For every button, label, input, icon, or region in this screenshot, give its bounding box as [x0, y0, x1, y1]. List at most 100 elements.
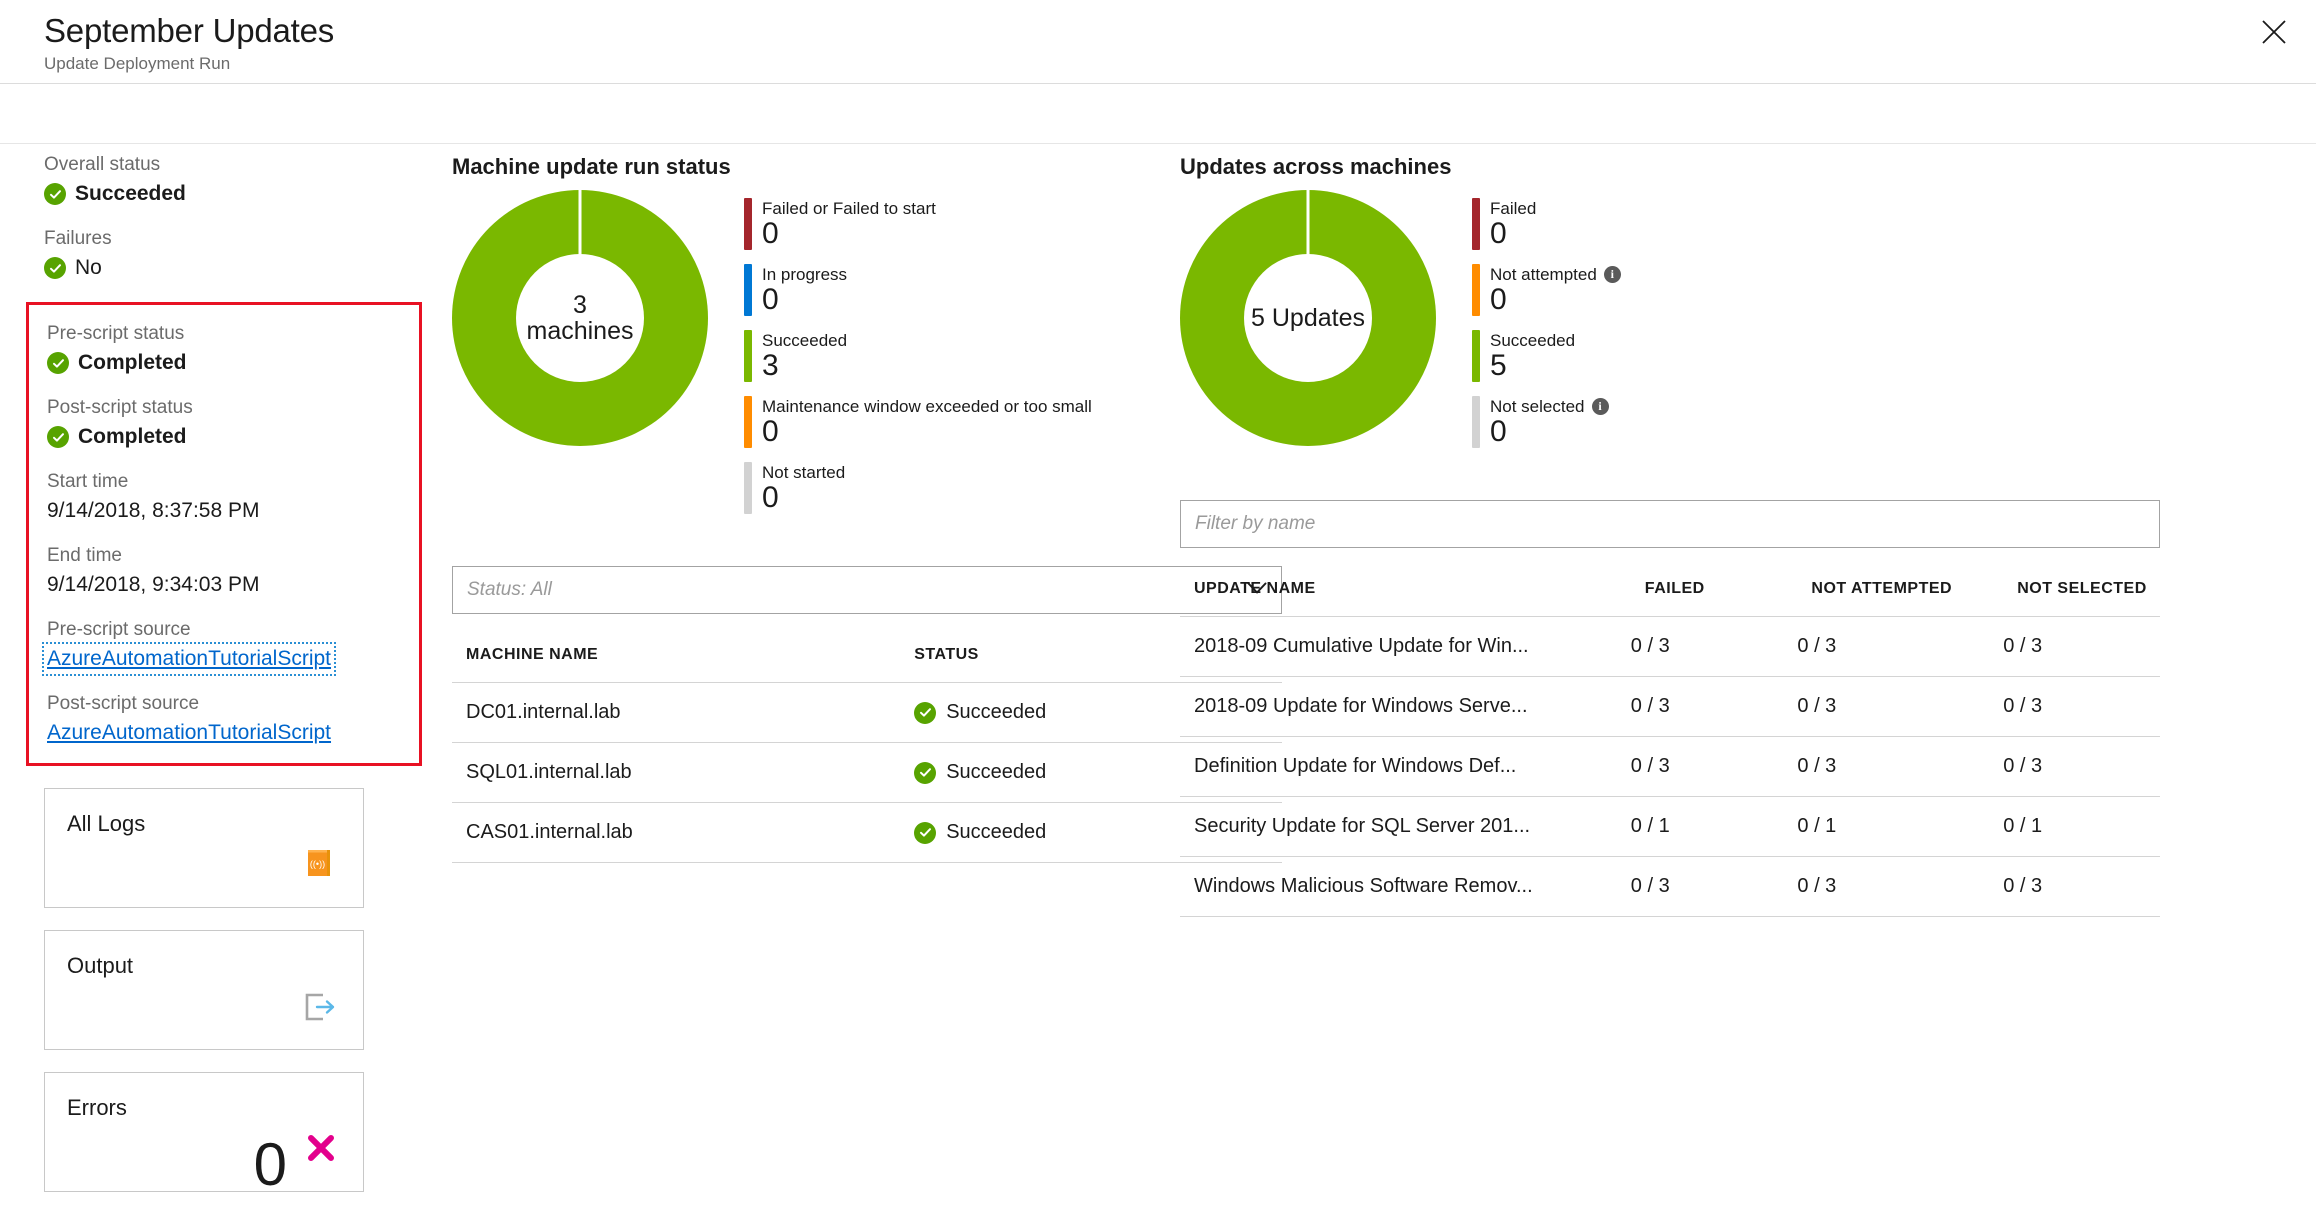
failures-value-row: No — [44, 256, 374, 280]
pre-script-status-group: Pre-script status Completed — [47, 323, 401, 375]
update-name-cell: Windows Malicious Software Remov... — [1180, 856, 1631, 917]
legend-color-swatch — [1472, 396, 1480, 448]
pre-script-source-link[interactable]: AzureAutomationTutorialScript — [41, 642, 337, 676]
legend-label-text: Not started — [762, 463, 846, 482]
table-row[interactable]: SQL01.internal.lab Succeeded — [452, 742, 1282, 803]
success-check-icon — [914, 821, 937, 844]
success-check-icon — [914, 761, 937, 784]
success-check-icon — [47, 426, 69, 448]
legend-body: Failed 0 — [1490, 198, 1536, 250]
pre-script-source-group: Pre-script source AzureAutomationTutoria… — [41, 619, 401, 676]
errors-card[interactable]: Errors 0 — [44, 1072, 364, 1198]
legend-body: In progress 0 — [762, 264, 847, 316]
machine-donut-chart: 3 machines — [452, 190, 708, 446]
success-check-icon — [914, 701, 937, 724]
svg-text:((•)): ((•)) — [310, 859, 325, 869]
success-check-icon — [44, 257, 66, 279]
updates-donut-chart: 5 Updates — [1180, 190, 1436, 446]
failed-cell: 0 / 3 — [1630, 676, 1798, 737]
close-button[interactable] — [2250, 8, 2298, 56]
legend-count: 0 — [1490, 415, 1507, 449]
table-row[interactable]: Windows Malicious Software Remov... 0 / 3… — [1180, 856, 2160, 917]
success-check-icon — [47, 352, 69, 374]
table-row[interactable]: DC01.internal.lab Succeeded — [452, 682, 1282, 743]
update-name-cell: 2018-09 Update for Windows Serve... — [1180, 676, 1631, 737]
legend-item: In progress 0 — [744, 264, 1092, 316]
legend-item: Failed 0 — [1472, 198, 1621, 250]
legend-label-text: Failed or Failed to start — [762, 199, 936, 218]
errors-count: 0 — [253, 1131, 287, 1198]
output-export-icon — [303, 992, 337, 1027]
legend-item: Succeeded 3 — [744, 330, 1092, 382]
post-script-status-group: Post-script status Completed — [47, 397, 401, 449]
legend-body: Not started 0 — [762, 462, 845, 514]
legend-count: 5 — [1490, 349, 1507, 383]
failed-column-header[interactable]: FAILED — [1630, 570, 1798, 617]
failed-cell: 0 / 3 — [1630, 736, 1798, 797]
table-row[interactable]: 2018-09 Update for Windows Serve... 0 / 3… — [1180, 676, 2160, 737]
machine-table-body: DC01.internal.lab Succeeded SQL01.internal… — [452, 682, 1282, 863]
updates-donut-center-text: 5 Updates — [1251, 303, 1365, 332]
post-script-source-link[interactable]: AzureAutomationTutorialScript — [47, 721, 331, 745]
table-row[interactable]: Definition Update for Windows Def... 0 / … — [1180, 736, 2160, 797]
legend-item: Not selected i 0 — [1472, 396, 1621, 448]
info-icon[interactable]: i — [1591, 398, 1609, 416]
output-card[interactable]: Output — [44, 930, 364, 1050]
not-selected-cell: 0 / 3 — [2003, 676, 2160, 737]
donut-divider — [1306, 190, 1310, 256]
legend-label: Not selected i — [1490, 396, 1609, 417]
not-attempted-cell: 0 / 3 — [1797, 676, 2004, 737]
legend-count: 0 — [762, 217, 779, 251]
post-script-status-value: Completed — [78, 425, 187, 448]
machine-status-legend: Failed or Failed to start 0 In progress 0 Su… — [744, 190, 1092, 528]
pre-script-status-value-row: Completed — [47, 351, 401, 375]
updates-chart-row: 5 Updates Failed 0 Not attempted i 0 Succeede… — [1180, 190, 2160, 462]
legend-label: Not attempted i — [1490, 264, 1621, 285]
update-name-cell: 2018-09 Cumulative Update for Win... — [1180, 616, 1631, 677]
all-logs-card[interactable]: All Logs ((•)) — [44, 788, 364, 908]
updates-filter-input[interactable] — [1180, 500, 2160, 548]
updates-table: UPDATE NAME FAILED NOT ATTEMPTED NOT SEL… — [1180, 570, 2160, 917]
legend-item: Succeeded 5 — [1472, 330, 1621, 382]
script-details-highlight: Pre-script status Completed Post-script … — [26, 302, 422, 766]
end-time-value: 9/14/2018, 9:34:03 PM — [47, 573, 260, 596]
page-content: Overall status Succeeded Failures No Pre… — [0, 144, 2316, 1195]
machine-name-cell: DC01.internal.lab — [452, 682, 901, 743]
table-row[interactable]: CAS01.internal.lab Succeeded — [452, 802, 1282, 863]
pre-script-status-value: Completed — [78, 351, 187, 374]
machine-table: MACHINE NAME STATUS DC01.internal.lab Suc… — [452, 636, 1282, 863]
table-row[interactable]: Security Update for SQL Server 201... 0 /… — [1180, 796, 2160, 857]
legend-body: Succeeded 3 — [762, 330, 847, 382]
updates-donut-center: 5 Updates — [1244, 254, 1372, 382]
machine-table-header-row: MACHINE NAME STATUS — [452, 636, 1282, 683]
legend-body: Not attempted i 0 — [1490, 264, 1621, 316]
update-name-column-header[interactable]: UPDATE NAME — [1180, 570, 1631, 617]
table-row[interactable]: 2018-09 Cumulative Update for Win... 0 / … — [1180, 616, 2160, 677]
not-selected-cell: 0 / 1 — [2003, 796, 2160, 857]
machine-name-cell: CAS01.internal.lab — [452, 802, 901, 863]
legend-color-swatch — [1472, 198, 1480, 250]
machine-panel-title: Machine update run status — [452, 154, 731, 179]
legend-color-swatch — [744, 396, 752, 448]
not-selected-column-header[interactable]: NOT SELECTED — [2003, 570, 2160, 617]
machine-name-column-header[interactable]: MACHINE NAME — [452, 636, 901, 683]
pre-script-status-label: Pre-script status — [47, 323, 185, 344]
legend-color-swatch — [1472, 330, 1480, 382]
status-filter-dropdown[interactable]: Status: All — [452, 566, 1282, 614]
not-attempted-column-header[interactable]: NOT ATTEMPTED — [1797, 570, 2004, 617]
start-time-value: 9/14/2018, 8:37:58 PM — [47, 499, 260, 522]
legend-label-text: Not attempted — [1490, 265, 1597, 284]
machine-update-panel: Machine update run status 3 machines Fai… — [452, 154, 1282, 863]
info-icon[interactable]: i — [1603, 266, 1621, 284]
failures-group: Failures No — [44, 228, 374, 280]
machine-name-cell: SQL01.internal.lab — [452, 742, 901, 803]
legend-body: Not selected i 0 — [1490, 396, 1609, 448]
updates-panel-title: Updates across machines — [1180, 154, 1452, 179]
post-script-source-label: Post-script source — [47, 693, 200, 714]
overall-status-label: Overall status — [44, 154, 161, 175]
not-selected-cell: 0 / 3 — [2003, 616, 2160, 677]
legend-label: Succeeded — [1490, 330, 1575, 351]
legend-body: Maintenance window exceeded or too small… — [762, 396, 1092, 448]
machine-donut-center: 3 machines — [516, 254, 644, 382]
machine-status-text: Succeeded — [946, 821, 1047, 843]
